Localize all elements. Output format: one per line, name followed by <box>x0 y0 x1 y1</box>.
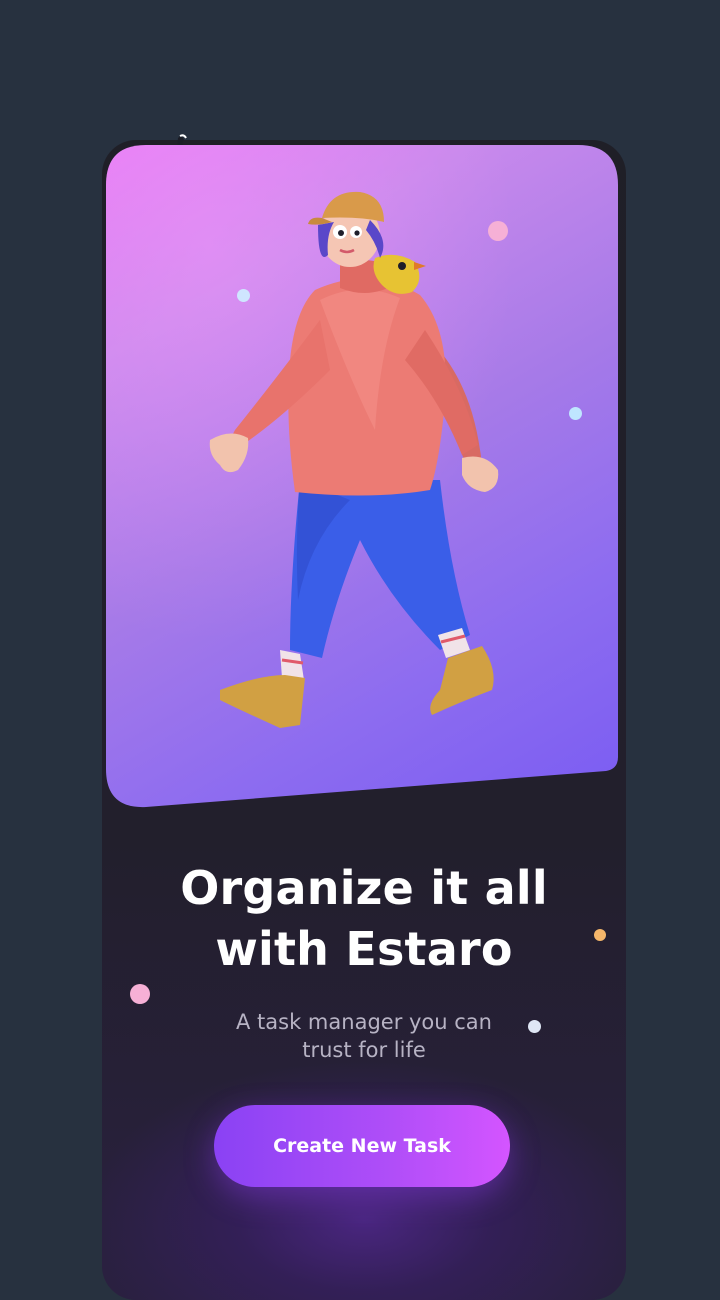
subtitle-line: A task manager you can <box>236 1010 492 1034</box>
title-line: Organize it all <box>180 861 548 915</box>
decor-dot <box>569 407 582 420</box>
subtitle-line: trust for life <box>302 1038 426 1062</box>
onboarding-title: Organize it all with Estaro <box>102 858 626 980</box>
decor-dot <box>130 984 150 1004</box>
create-new-task-button[interactable]: Create New Task <box>214 1105 510 1187</box>
onboarding-subtitle: A task manager you can trust for life <box>102 1008 626 1064</box>
walking-person-illustration <box>209 191 499 728</box>
title-line: with Estaro <box>215 922 513 976</box>
